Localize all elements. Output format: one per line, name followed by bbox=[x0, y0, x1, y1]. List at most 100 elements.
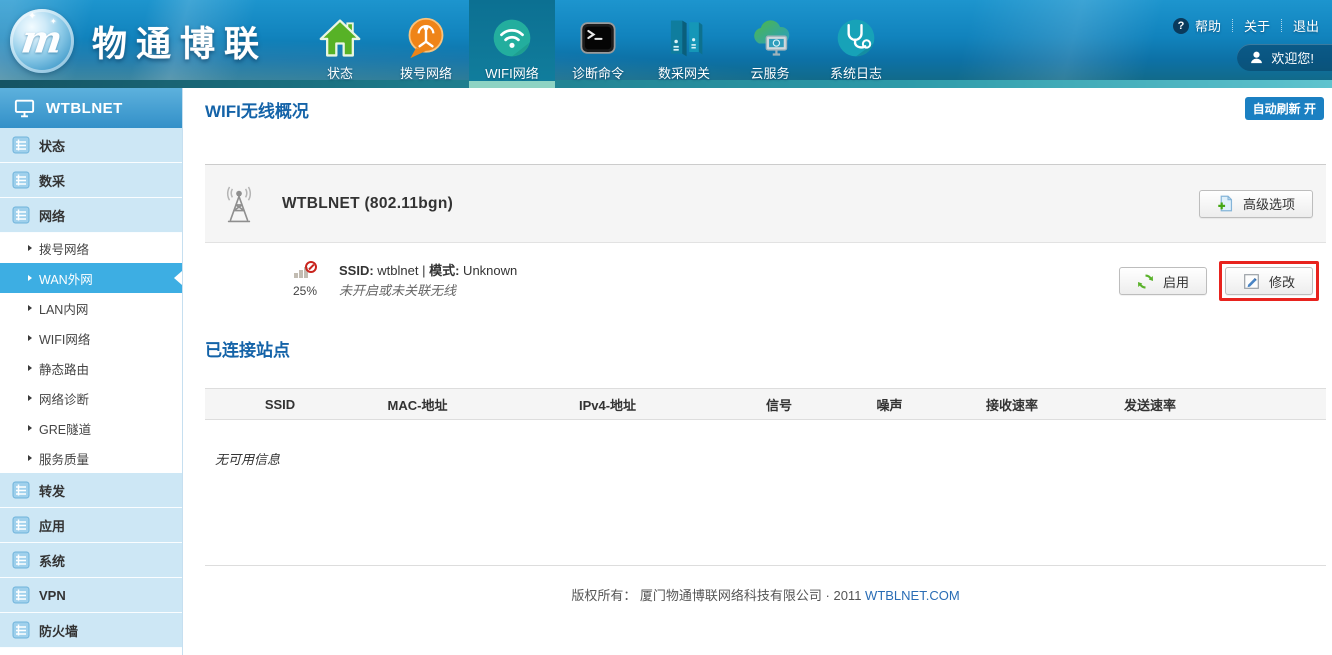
tab-wifi-network[interactable]: WIFI网络 bbox=[469, 0, 555, 88]
chevron-right-icon bbox=[28, 245, 32, 251]
tab-data-gateway[interactable]: 数采网关 bbox=[641, 0, 727, 88]
sidebar-item-lan[interactable]: LAN内网 bbox=[0, 293, 182, 323]
sidebar-item-wan[interactable]: WAN外网 bbox=[0, 263, 182, 293]
divider bbox=[1232, 19, 1233, 32]
edit-icon bbox=[1243, 273, 1260, 290]
col-spacer bbox=[1232, 389, 1326, 420]
sidebar-item-status[interactable]: 状态 bbox=[0, 128, 182, 163]
col-noise: 噪声 bbox=[823, 389, 956, 420]
auto-refresh-toggle[interactable]: 自动刷新 开 bbox=[1245, 97, 1324, 120]
sidebar-item-data-collection[interactable]: 数采 bbox=[0, 163, 182, 198]
sidebar-item-network[interactable]: 网络 bbox=[0, 198, 182, 233]
tab-label: 拨号网络 bbox=[400, 67, 452, 81]
cloud-icon bbox=[747, 14, 793, 62]
brand: m ✦ ✦ 物通博联 bbox=[10, 9, 268, 73]
col-rx-rate: 接收速率 bbox=[956, 389, 1068, 420]
sidebar: WTBLNET 状态 数采 网络 拨号网络 WAN外网 LAN内网 bbox=[0, 88, 183, 655]
connected-stations-title: 已连接站点 bbox=[205, 336, 1326, 361]
advanced-options-button[interactable]: 高级选项 bbox=[1199, 190, 1313, 218]
sidebar-item-wifi-network[interactable]: WIFI网络 bbox=[0, 323, 182, 353]
tab-system-logs[interactable]: 系统日志 bbox=[813, 0, 899, 88]
dialup-icon bbox=[404, 14, 448, 62]
chevron-right-icon bbox=[28, 395, 32, 401]
logout-link[interactable]: 退出 bbox=[1293, 16, 1319, 35]
empty-table-message: 无可用信息 bbox=[215, 449, 1326, 468]
app-header: m ✦ ✦ 物通博联 状态 bbox=[0, 0, 1332, 88]
sidebar-item-label: 静态路由 bbox=[39, 359, 89, 378]
connected-stations-table: SSID MAC-地址 IPv4-地址 信号 噪声 接收速率 发送速率 bbox=[205, 388, 1326, 420]
sidebar-item-label: WAN外网 bbox=[39, 269, 93, 288]
sidebar-item-static-route[interactable]: 静态路由 bbox=[0, 353, 182, 383]
tab-diagnostic-command[interactable]: 诊断命令 bbox=[555, 0, 641, 88]
sidebar-item-forwarding[interactable]: 转发 bbox=[0, 473, 182, 508]
sidebar-item-network-diagnosis[interactable]: 网络诊断 bbox=[0, 383, 182, 413]
tab-label: 状态 bbox=[327, 67, 353, 81]
router-admin-screen: m ✦ ✦ 物通博联 状态 bbox=[0, 0, 1332, 655]
list-icon bbox=[12, 621, 30, 639]
gateway-icon bbox=[663, 14, 705, 62]
tab-cloud-service[interactable]: 云服务 bbox=[727, 0, 813, 88]
sidebar-item-label: WIFI网络 bbox=[39, 329, 90, 348]
enable-button[interactable]: 启用 bbox=[1119, 267, 1207, 295]
sidebar-item-firewall[interactable]: 防火墙 bbox=[0, 613, 182, 648]
logs-icon bbox=[834, 14, 878, 62]
copyright-text: 版权所有： 厦门物通博联网络科技有限公司 · 2011 bbox=[571, 588, 865, 603]
chevron-right-icon bbox=[28, 455, 32, 461]
sidebar-item-gre-tunnel[interactable]: GRE隧道 bbox=[0, 413, 182, 443]
list-icon bbox=[12, 171, 30, 189]
page-header: WIFI无线概况 自动刷新 开 bbox=[205, 88, 1326, 152]
sidebar-item-label: 防火墙 bbox=[39, 621, 78, 640]
sidebar-item-label: 状态 bbox=[39, 136, 65, 155]
list-icon bbox=[12, 206, 30, 224]
list-icon bbox=[12, 136, 30, 154]
signal-indicator: 25% bbox=[282, 264, 328, 298]
selected-notch-icon bbox=[174, 271, 182, 285]
footer-link[interactable]: WTBLNET.COM bbox=[865, 588, 960, 603]
sidebar-item-qos[interactable]: 服务质量 bbox=[0, 443, 182, 473]
tab-status[interactable]: 状态 bbox=[297, 0, 383, 88]
wifi-overview-panel: WTBLNET (802.11bgn) 高级选项 bbox=[205, 164, 1326, 319]
sidebar-item-vpn[interactable]: VPN bbox=[0, 578, 182, 613]
enable-label: 启用 bbox=[1163, 272, 1189, 291]
list-icon bbox=[12, 481, 30, 499]
footer: 版权所有： 厦门物通博联网络科技有限公司 · 2011 WTBLNET.COM bbox=[205, 585, 1326, 604]
chevron-right-icon bbox=[28, 305, 32, 311]
wifi-actions: 启用 修改 bbox=[1119, 261, 1326, 301]
user-icon bbox=[1249, 50, 1264, 65]
divider bbox=[1281, 19, 1282, 32]
sidebar-item-dialup-network[interactable]: 拨号网络 bbox=[0, 233, 182, 263]
list-icon bbox=[12, 586, 30, 604]
welcome-badge[interactable]: 欢迎您! bbox=[1237, 44, 1332, 71]
tab-dialup-network[interactable]: 拨号网络 bbox=[383, 0, 469, 88]
list-icon bbox=[12, 551, 30, 569]
wifi-panel-body: 25% SSID: wtblnet | 模式: Unknown 未开启或未关联无… bbox=[205, 243, 1326, 319]
sidebar-item-label: 数采 bbox=[39, 171, 65, 190]
col-ssid: SSID bbox=[205, 389, 355, 420]
enable-refresh-icon bbox=[1137, 273, 1154, 290]
help-link[interactable]: 帮助 bbox=[1195, 16, 1221, 35]
table-header-row: SSID MAC-地址 IPv4-地址 信号 噪声 接收速率 发送速率 bbox=[205, 389, 1326, 420]
signal-blocked-icon bbox=[294, 264, 316, 280]
about-link[interactable]: 关于 bbox=[1244, 16, 1270, 35]
sparkle-icon: ✦ bbox=[28, 11, 36, 22]
wifi-status-text: 未开启或未关联无线 bbox=[339, 281, 517, 301]
chevron-right-icon bbox=[28, 425, 32, 431]
sidebar-item-label: 网络诊断 bbox=[39, 389, 89, 408]
sidebar-device-header[interactable]: WTBLNET bbox=[0, 88, 182, 128]
sidebar-item-label: VPN bbox=[39, 588, 66, 603]
tab-label: 诊断命令 bbox=[572, 67, 624, 81]
header-links: ? 帮助 关于 退出 bbox=[1173, 16, 1319, 35]
device-name: WTBLNET bbox=[46, 100, 123, 117]
sidebar-item-system[interactable]: 系统 bbox=[0, 543, 182, 578]
footer-divider bbox=[205, 565, 1326, 566]
terminal-icon bbox=[577, 14, 619, 62]
tab-label: 系统日志 bbox=[830, 67, 882, 81]
signal-percent: 25% bbox=[293, 284, 317, 298]
advanced-options-icon bbox=[1217, 195, 1234, 212]
modify-button[interactable]: 修改 bbox=[1225, 267, 1313, 295]
ssid-info: SSID: wtblnet | 模式: Unknown 未开启或未关联无线 bbox=[339, 261, 517, 301]
page-title: WIFI无线概况 bbox=[205, 97, 309, 122]
sidebar-item-label: 网络 bbox=[39, 206, 65, 225]
sidebar-item-applications[interactable]: 应用 bbox=[0, 508, 182, 543]
tab-label: WIFI网络 bbox=[485, 67, 538, 81]
